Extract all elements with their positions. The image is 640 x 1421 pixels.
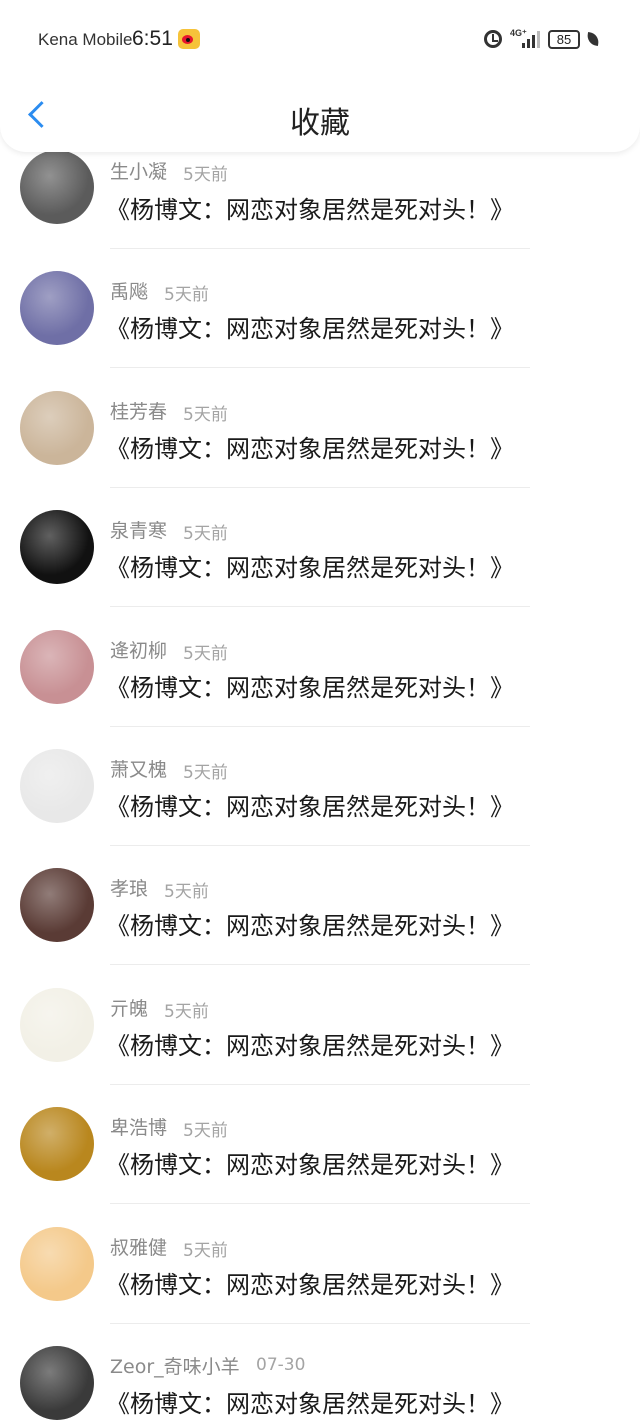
post-time: 5天前	[183, 763, 228, 783]
post-time: 5天前	[164, 882, 209, 903]
book-title[interactable]: 《杨博文：网恋对象居然是死对头！》	[106, 668, 514, 703]
book-title[interactable]: 《杨博文：网恋对象居然是死对头！》	[106, 548, 514, 583]
user-name[interactable]: 叔雅健	[110, 1233, 167, 1260]
post-time: 07-30	[256, 1355, 306, 1375]
signal-icon	[520, 30, 542, 48]
user-name[interactable]: Zeor_奇味小羊	[110, 1352, 240, 1379]
post-time: 5天前	[183, 524, 228, 545]
clock: 6:51	[132, 27, 173, 50]
user-name[interactable]: 禹飚	[110, 277, 148, 304]
list-item[interactable]: 生小凝 5天前《杨博文：网恋对象居然是死对头！》	[0, 150, 640, 271]
divider	[110, 248, 530, 249]
user-name[interactable]: 桂芳春	[110, 397, 167, 424]
user-name[interactable]: 卑浩博	[110, 1113, 167, 1140]
avatar[interactable]	[20, 1346, 94, 1420]
list-item[interactable]: 孝琅 5天前《杨博文：网恋对象居然是死对头！》	[0, 868, 640, 987]
divider	[110, 1203, 530, 1205]
book-title[interactable]: 《杨博文：网恋对象居然是死对头！》	[106, 1145, 514, 1180]
post-time: 5天前	[183, 1121, 228, 1142]
post-time: 5天前	[164, 285, 209, 306]
book-title[interactable]: 《杨博文：网恋对象居然是死对头！》	[106, 1265, 514, 1300]
divider	[110, 725, 530, 727]
list-item[interactable]: 桂芳春 5天前《杨博文：网恋对象居然是死对头！》	[0, 390, 640, 510]
book-title[interactable]: 《杨博文：网恋对象居然是死对头！》	[106, 309, 514, 344]
user-name[interactable]: 萧又槐	[110, 755, 167, 782]
list-item[interactable]: 逄初柳 5天前《杨博文：网恋对象居然是死对头！》	[0, 629, 640, 749]
book-title[interactable]: 《杨博文：网恋对象居然是死对头！》	[106, 1026, 514, 1061]
user-name[interactable]: 泉青寒	[110, 516, 167, 543]
list-item[interactable]: 亓魄 5天前《杨博文：网恋对象居然是死对头！》	[0, 987, 640, 1107]
post-time: 5天前	[183, 1240, 228, 1261]
leaf-icon	[586, 32, 600, 46]
divider	[110, 845, 530, 846]
alarm-icon	[484, 30, 502, 48]
weibo-icon	[178, 29, 200, 49]
user-name[interactable]: 逄初柳	[110, 636, 167, 663]
avatar[interactable]	[20, 390, 94, 465]
book-title[interactable]: 《杨博文：网恋对象居然是死对头！》	[106, 1384, 514, 1419]
book-title[interactable]: 《杨博文：网恋对象居然是死对头！》	[106, 429, 514, 464]
post-time: 5天前	[183, 165, 228, 185]
list-item[interactable]: 叔雅健 5天前《杨博文：网恋对象居然是死对头！》	[0, 1226, 640, 1346]
post-time: 5天前	[164, 1001, 209, 1022]
user-name[interactable]: 亓魄	[110, 994, 148, 1021]
avatar[interactable]	[20, 987, 94, 1062]
avatar[interactable]	[20, 510, 94, 585]
list-item[interactable]: 泉青寒 5天前《杨博文：网恋对象居然是死对头！》	[0, 510, 640, 629]
top-bar: Kena Mobile 6:51 4G⁺ 85 收藏	[0, 0, 640, 152]
avatar[interactable]	[20, 1226, 94, 1301]
divider	[110, 1322, 530, 1324]
divider	[110, 964, 530, 966]
divider	[110, 606, 530, 608]
list-item[interactable]: 卑浩博 5天前《杨博文：网恋对象居然是死对头！》	[0, 1107, 640, 1226]
avatar[interactable]	[20, 868, 94, 943]
post-time: 5天前	[183, 404, 228, 425]
status-bar: Kena Mobile 6:51 4G⁺ 85	[0, 0, 640, 80]
carrier-label: Kena Mobile	[38, 30, 133, 49]
avatar[interactable]	[20, 629, 94, 704]
avatar[interactable]	[20, 150, 94, 224]
divider	[110, 486, 530, 488]
avatar[interactable]	[20, 271, 94, 346]
divider	[110, 1083, 530, 1085]
user-name[interactable]: 生小凝	[110, 157, 167, 184]
post-time: 5天前	[183, 643, 228, 664]
list-item[interactable]: 萧又槐 5天前《杨博文：网恋对象居然是死对头！》	[0, 749, 640, 868]
battery-icon: 85	[548, 30, 580, 49]
book-title[interactable]: 《杨博文：网恋对象居然是死对头！》	[106, 190, 514, 225]
book-title[interactable]: 《杨博文：网恋对象居然是死对头！》	[106, 906, 514, 941]
divider	[110, 367, 530, 369]
avatar[interactable]	[20, 1107, 94, 1182]
user-name[interactable]: 孝琅	[110, 874, 148, 901]
page-title: 收藏	[290, 106, 350, 141]
avatar[interactable]	[20, 749, 94, 823]
list-item[interactable]: 禹飚 5天前《杨博文：网恋对象居然是死对头！》	[0, 271, 640, 390]
book-title[interactable]: 《杨博文：网恋对象居然是死对头！》	[106, 787, 514, 822]
list-item[interactable]: Zeor_奇味小羊 07-30 《杨博文：网恋对象居然是死对头！》	[0, 1346, 640, 1421]
